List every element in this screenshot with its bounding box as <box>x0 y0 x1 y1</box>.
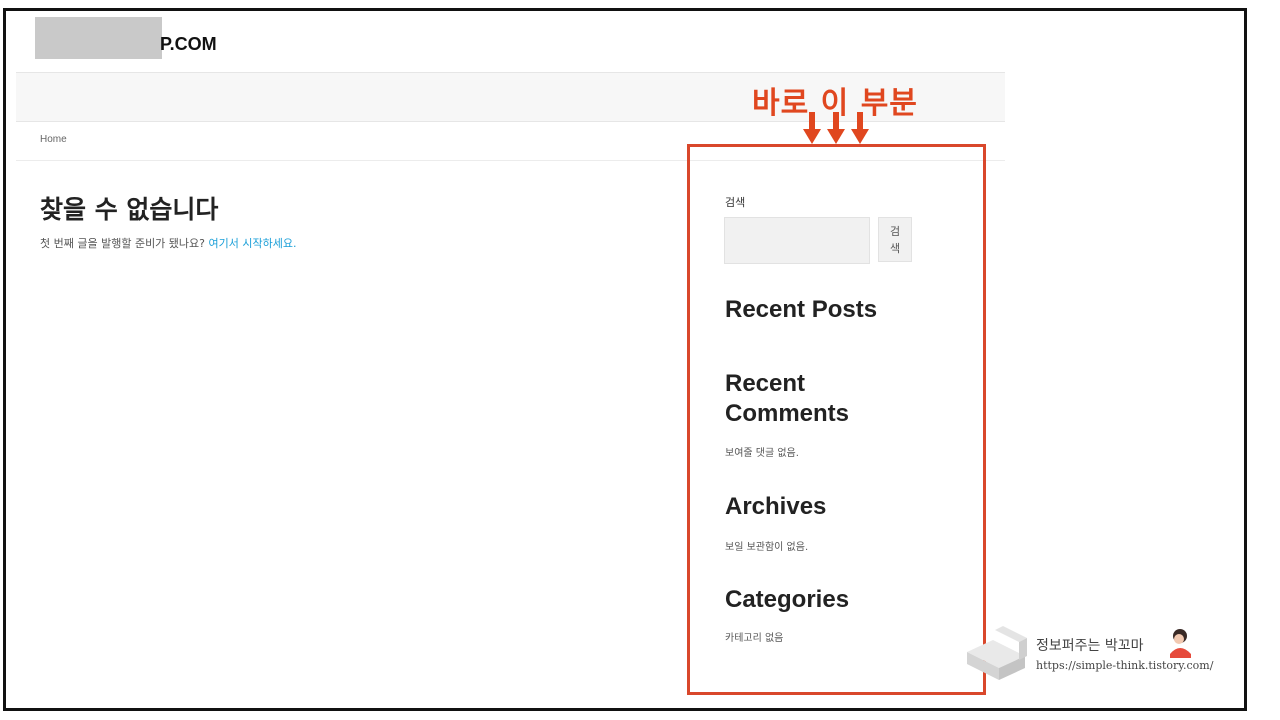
logo-redaction <box>35 17 162 59</box>
page-description: 첫 번째 글을 발행할 준비가 됐나요? 여기서 시작하세요. <box>40 235 296 251</box>
start-here-link[interactable]: 여기서 시작하세요. <box>209 237 297 250</box>
page-description-text: 첫 번째 글을 발행할 준비가 됐나요? <box>40 237 209 250</box>
page-title: 찾을 수 없습니다 <box>40 195 219 224</box>
site-logo-text[interactable]: P.COM <box>160 34 217 55</box>
archives-title: Archives <box>725 493 827 520</box>
archives-empty: 보일 보관함이 없음. <box>725 542 809 553</box>
search-button[interactable]: 검색 <box>878 217 912 262</box>
recent-comments-title: Recent Comments <box>725 370 850 427</box>
watermark-url: https://simple-think.tistory.com/ <box>1036 659 1214 672</box>
categories-title: Categories <box>725 586 850 613</box>
search-widget-label: 검색 <box>725 196 746 209</box>
watermark-name: 정보퍼주는 박꼬마 <box>1036 638 1144 654</box>
recent-posts-title: Recent Posts <box>725 296 878 323</box>
breadcrumb-home-link[interactable]: Home <box>40 134 67 145</box>
categories-empty: 카테고리 없음 <box>725 633 784 644</box>
recent-comments-empty: 보여줄 댓글 없음. <box>725 448 799 459</box>
down-arrows-icon <box>803 112 869 144</box>
search-input[interactable] <box>724 217 870 264</box>
